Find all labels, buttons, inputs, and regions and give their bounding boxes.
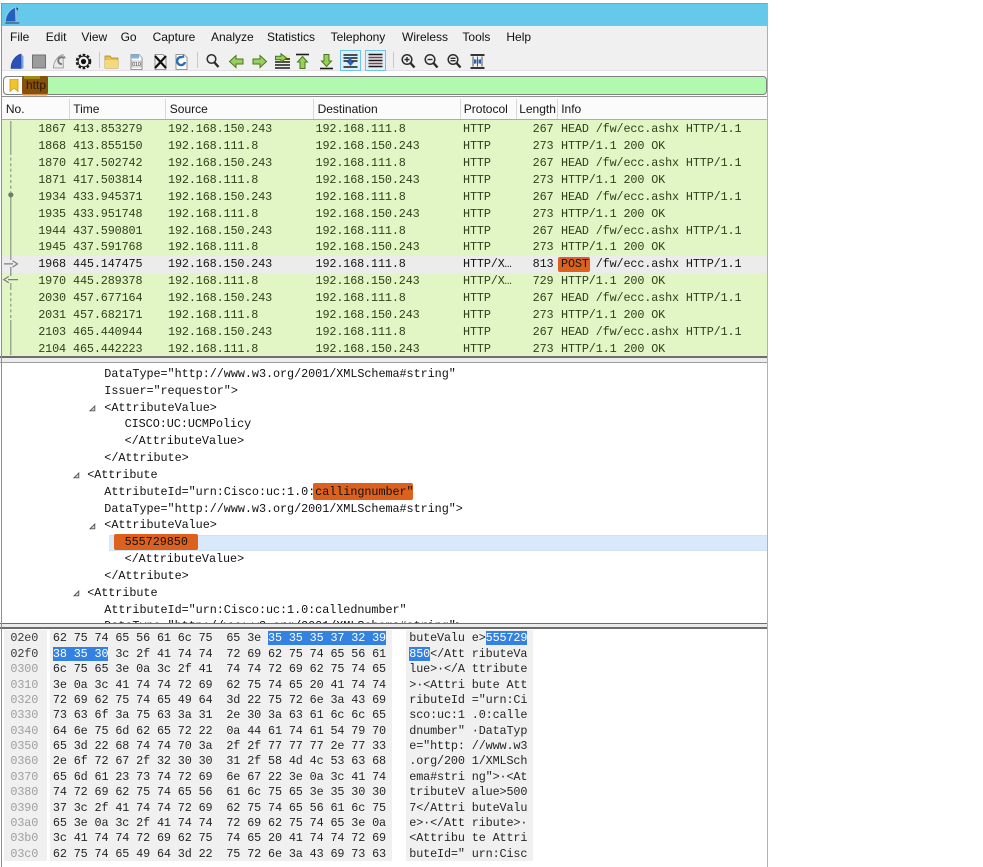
svg-text:010: 010 [132,62,141,68]
